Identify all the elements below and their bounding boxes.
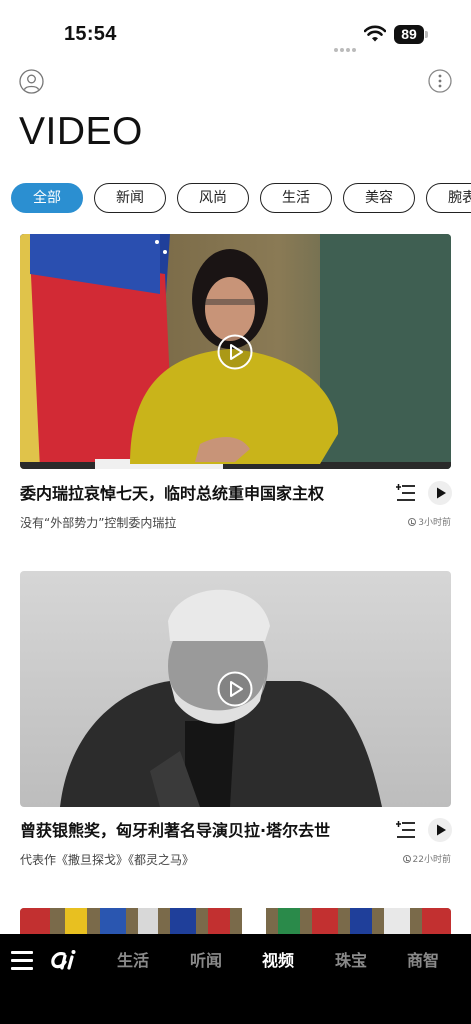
timestamp-text: 22小时前 [412,855,451,865]
user-avatar-icon[interactable] [19,69,44,94]
play-icon [437,824,446,836]
play-button[interactable] [428,818,452,842]
nav-item-life[interactable]: 生活 [117,951,149,971]
hamburger-menu-icon[interactable] [11,951,33,970]
battery-tip [425,31,428,38]
category-tabs: 全部 新闻 风尚 生活 美容 腕表 [11,183,471,215]
status-time: 15:54 [64,23,117,45]
video-thumbnail-1[interactable] [20,234,451,469]
tab-life[interactable]: 生活 [260,183,332,213]
brand-logo-icon[interactable] [51,948,79,972]
clock-icon [408,518,417,526]
nav-item-jewelry[interactable]: 珠宝 [335,951,367,971]
tab-watches[interactable]: 腕表 [426,183,471,213]
tab-news[interactable]: 新闻 [94,183,166,213]
battery-indicator: 89 [394,25,424,44]
video-title-1[interactable]: 委内瑞拉哀悼七天，临时总统重申国家主权 [20,483,380,505]
play-button[interactable] [428,481,452,505]
play-overlay-icon[interactable] [217,671,253,707]
add-to-playlist-icon[interactable] [396,821,416,839]
status-bar: 15:54 89 [0,0,471,60]
add-to-playlist-icon[interactable] [396,484,416,502]
nav-item-video[interactable]: 视频 [262,951,294,971]
video-timestamp-2: 22小时前 [402,853,451,867]
video-thumbnail-2[interactable] [20,571,451,807]
play-icon [437,487,446,499]
timestamp-text: 3小时前 [418,518,451,528]
more-options-icon[interactable] [428,69,452,93]
tab-style[interactable]: 风尚 [177,183,249,213]
video-subtitle-2: 代表作《撒旦探戈》《都灵之马》 [20,853,195,867]
bottom-navigation: 生活 听闻 视频 珠宝 商智 [0,934,471,1024]
clock-icon [402,855,411,863]
tab-beauty[interactable]: 美容 [343,183,415,213]
nav-item-business[interactable]: 商智 [407,951,439,971]
wifi-icon [364,25,386,42]
nav-item-listen[interactable]: 听闻 [190,951,222,971]
cellular-signal-icon [334,37,358,52]
page-title: VIDEO [19,110,143,153]
video-title-2[interactable]: 曾获银熊奖，匈牙利著名导演贝拉·塔尔去世 [20,820,380,842]
tab-all[interactable]: 全部 [11,183,83,213]
video-timestamp-1: 3小时前 [408,516,451,530]
play-overlay-icon[interactable] [217,334,253,370]
video-subtitle-1: 没有“外部势力”控制委内瑞拉 [20,516,177,530]
